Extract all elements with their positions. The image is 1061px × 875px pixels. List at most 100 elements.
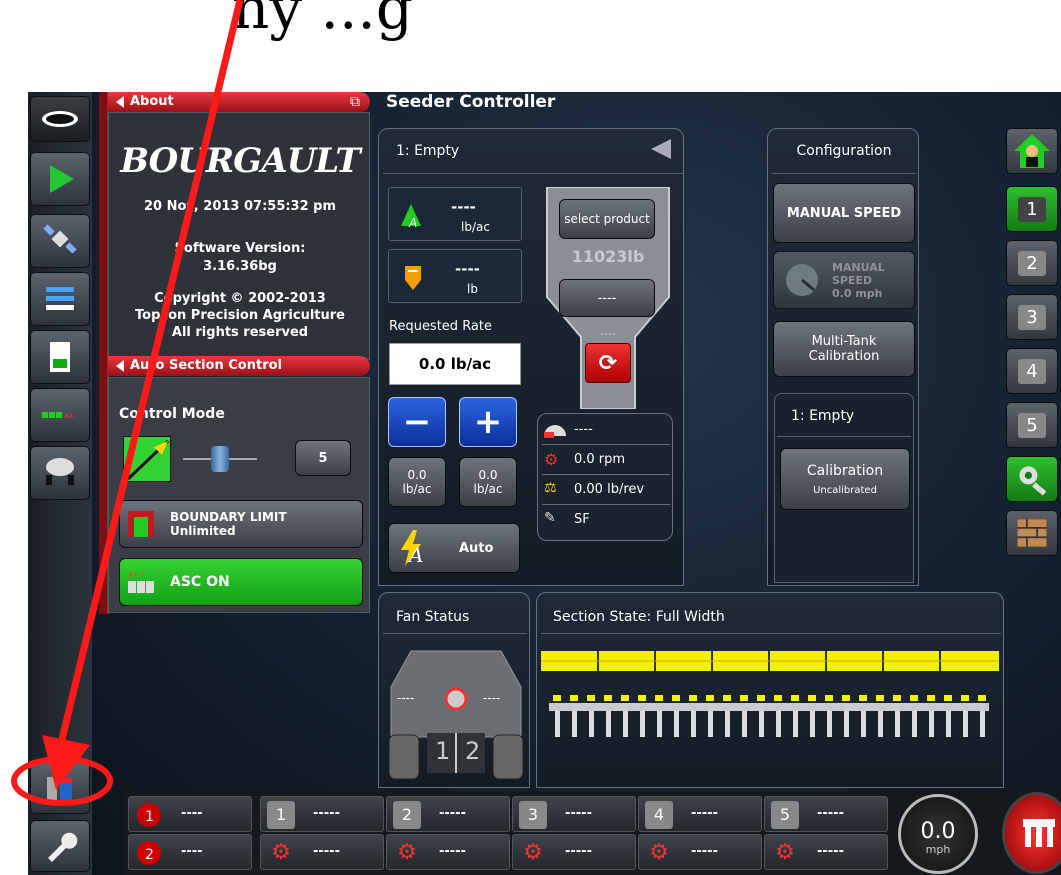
calibration-tank-label: 1: Empty	[791, 408, 855, 424]
grid-map-button[interactable]	[1006, 510, 1058, 556]
right-tank-5[interactable]: 5	[1006, 402, 1058, 448]
master-switch-button[interactable]	[1002, 792, 1061, 874]
product-stats-box: ---- ⚙ 0.0 rpm ⚖ 0.00 lb/rev ✎ SF	[537, 413, 673, 541]
stat-rpm: 0.0 rpm	[574, 452, 626, 467]
mode-value-button[interactable]: 5	[295, 440, 351, 476]
fan-left-value: ----	[397, 691, 415, 705]
tank-number-icon: 3	[519, 801, 547, 829]
asc-header[interactable]: Auto Section Control	[108, 356, 370, 376]
external-window-icon[interactable]: ⧉	[340, 92, 370, 112]
stat-value-1: ----	[574, 422, 593, 437]
tank-2-bottom-cell[interactable]: ⚙ -----	[386, 834, 510, 870]
tank-number-icon: 4	[645, 801, 673, 829]
section-bar-diagram	[541, 651, 999, 737]
play-arrow-icon	[50, 165, 74, 193]
fan-right-value: ----	[483, 691, 501, 705]
rights-text: All rights reserved	[171, 325, 309, 340]
fan-label-2: 2	[465, 737, 481, 765]
gps-button[interactable]	[30, 214, 90, 268]
right-tank-3-label: 3	[1018, 304, 1046, 330]
requested-rate-field[interactable]: 0.0 lb/ac	[389, 343, 521, 385]
svg-text:A: A	[408, 216, 417, 230]
boundary-icon	[128, 511, 154, 537]
home-button[interactable]	[1006, 128, 1058, 174]
tank-1-bottom-cell[interactable]: ⚙ -----	[260, 834, 384, 870]
auto-lightning-icon: A	[401, 530, 423, 567]
list-bars-icon	[46, 287, 74, 310]
implement-button[interactable]	[30, 446, 90, 500]
rate-unit: lb/ac	[461, 220, 490, 234]
refresh-icon[interactable]: ⟳	[585, 343, 631, 383]
auto-mode-button[interactable]: A Auto	[388, 523, 520, 573]
tank-3-bottom-cell[interactable]: ⚙ -----	[512, 834, 636, 870]
calibration-button[interactable]: Calibration Uncalibrated	[780, 448, 910, 510]
right-tank-2[interactable]: 2	[1006, 240, 1058, 286]
fan-1-cell[interactable]: 1 ----	[128, 796, 252, 832]
plus-rate-unit: lb/ac	[473, 482, 503, 496]
fan-2-cell[interactable]: 2 ----	[128, 834, 252, 870]
decrease-rate-button[interactable]: −	[388, 397, 446, 447]
svg-text:x✓✓: x✓✓	[128, 570, 146, 579]
hopper-value-button[interactable]: ----	[559, 279, 655, 317]
tank-2-top-cell[interactable]: 2 -----	[386, 796, 510, 832]
collapse-icon	[116, 360, 124, 372]
quantity-box[interactable]: ---- lb	[388, 249, 522, 303]
sections-button[interactable]: xx	[30, 388, 90, 442]
asc-section-icon: x✓✓	[128, 570, 154, 593]
fan-label-1: 1	[435, 737, 451, 765]
tank-1-top-cell[interactable]: 1 -----	[260, 796, 384, 832]
right-tank-2-label: 2	[1018, 250, 1046, 276]
control-mode-icon[interactable]	[123, 436, 171, 482]
multitank-calibration-button[interactable]: Multi-Tank Calibration	[773, 321, 915, 377]
config-tools-button[interactable]	[1006, 456, 1058, 502]
boundary-value: Unlimited	[170, 524, 236, 538]
tank-bottom-value: -----	[691, 844, 718, 859]
software-version: 3.16.36bg	[203, 259, 277, 274]
bricks-icon	[1017, 519, 1047, 547]
tank-top-value: -----	[439, 806, 466, 821]
speedometer-gauge: 0.0 mph	[898, 794, 978, 874]
tank-4-bottom-cell[interactable]: ⚙ -----	[638, 834, 762, 870]
section-bars-icon: xx	[42, 411, 74, 420]
right-tank-4[interactable]: 4	[1006, 348, 1058, 394]
tank-top-value: -----	[817, 806, 844, 821]
boundary-limit-button[interactable]: BOUNDARY LIMIT Unlimited	[119, 500, 363, 548]
tank-5-bottom-cell[interactable]: ⚙ -----	[764, 834, 888, 870]
tank-4-top-cell[interactable]: 4 -----	[638, 796, 762, 832]
meter-gear-icon: ⚙	[523, 840, 543, 865]
mode-slider-handle[interactable]	[211, 446, 229, 472]
select-product-button[interactable]: select product	[559, 199, 655, 239]
svg-text:2: 2	[145, 847, 154, 863]
minus-rate-button[interactable]: 0.0 lb/ac	[388, 457, 446, 507]
manual-speed-button[interactable]: MANUAL SPEED	[773, 183, 915, 243]
rate-box[interactable]: A ---- lb/ac	[388, 187, 522, 241]
meter-gear-icon: ⚙	[649, 840, 669, 865]
asc-on-label: ASC ON	[170, 574, 230, 590]
report-button[interactable]	[30, 330, 90, 384]
bourgault-logo-button[interactable]	[30, 96, 90, 142]
hopper-icon	[405, 266, 421, 290]
plus-rate-button[interactable]: 0.0 lb/ac	[459, 457, 517, 507]
about-datetime: 20 Nov, 2013 07:55:32 pm	[143, 199, 337, 214]
tank-weight: 11023lb	[571, 247, 645, 266]
layers-button[interactable]	[30, 272, 90, 326]
stat-sf: SF	[574, 512, 590, 527]
right-tank-3[interactable]: 3	[1006, 294, 1058, 340]
about-header[interactable]: About	[108, 92, 370, 112]
asc-on-button[interactable]: x✓✓ ASC ON	[119, 558, 363, 606]
tank-bottom-value: -----	[439, 844, 466, 859]
seed-rate-icon: A	[401, 204, 421, 230]
software-label: Software Version:	[174, 241, 306, 256]
product-hopper: select product 11023lb ---- ---- ⟳	[543, 187, 673, 409]
requested-rate-label: Requested Rate	[389, 319, 492, 334]
tank-3-top-cell[interactable]: 3 -----	[512, 796, 636, 832]
increase-rate-button[interactable]: +	[459, 397, 517, 447]
settings-button[interactable]	[30, 820, 90, 872]
asc-header-label: Auto Section Control	[130, 358, 282, 373]
tank-5-top-cell[interactable]: 5 -----	[764, 796, 888, 832]
panel-collapse-icon[interactable]	[651, 139, 671, 159]
configuration-header: Configuration	[796, 143, 892, 159]
right-tank-1[interactable]: 1	[1006, 186, 1058, 232]
navigation-button[interactable]	[30, 152, 90, 206]
tank-button[interactable]	[30, 760, 90, 814]
